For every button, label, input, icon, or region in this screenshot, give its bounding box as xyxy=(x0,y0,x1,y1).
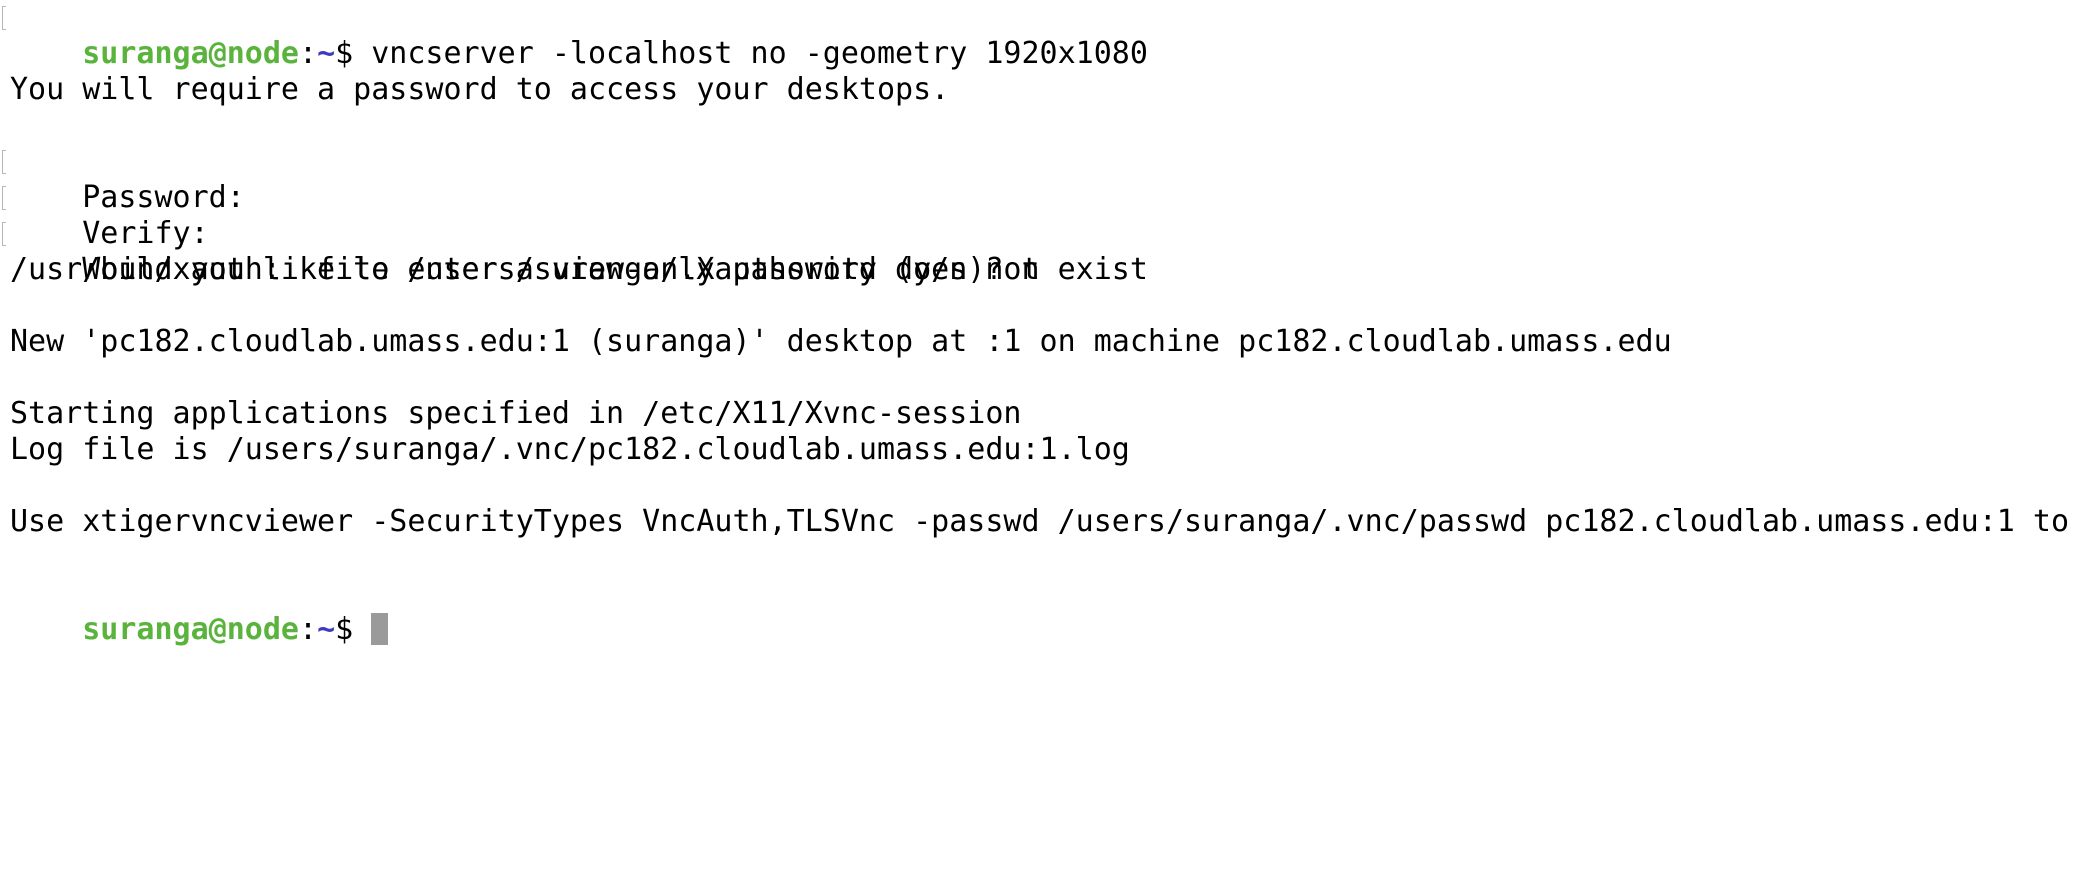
terminal-window[interactable]: suranga@node:~$ vncserver -localhost no … xyxy=(0,0,2076,894)
password-prompt-line: Password: xyxy=(0,144,2076,215)
prompt-path: ~ xyxy=(317,36,336,71)
output-line: Log file is /users/suranga/.vnc/pc182.cl… xyxy=(10,432,1130,467)
line-mark xyxy=(2,186,6,210)
output-line: Starting applications specified in /etc/… xyxy=(10,396,1022,431)
prompt-user-host: suranga@node xyxy=(82,612,299,647)
line-mark xyxy=(2,150,6,174)
output-line: /usr/bin/xauth: file /users/suranga/.Xau… xyxy=(10,252,1148,287)
output-line: Use xtigervncviewer -SecurityTypes VncAu… xyxy=(10,504,2070,539)
text-cursor[interactable] xyxy=(371,613,389,645)
prompt-sign: $ xyxy=(335,612,372,647)
line-mark xyxy=(2,222,6,246)
prompt-sign: $ xyxy=(335,36,372,71)
view-only-prompt-line: Would you like to enter a view-only pass… xyxy=(0,216,2076,287)
prompt-path: ~ xyxy=(317,612,336,647)
current-prompt-line[interactable]: suranga@node:~$ xyxy=(0,576,2076,647)
prompt-user-host: suranga@node xyxy=(82,36,299,71)
prompt-separator: : xyxy=(299,612,318,647)
verify-prompt-line: Verify: xyxy=(0,180,2076,251)
output-line: You will require a password to access yo… xyxy=(10,72,950,107)
prompt-separator: : xyxy=(299,36,318,71)
output-line: New 'pc182.cloudlab.umass.edu:1 (suranga… xyxy=(10,324,1672,359)
command-text: vncserver -localhost no -geometry 1920x1… xyxy=(371,36,1148,71)
command-line: suranga@node:~$ vncserver -localhost no … xyxy=(0,0,2076,71)
line-mark xyxy=(2,6,6,30)
